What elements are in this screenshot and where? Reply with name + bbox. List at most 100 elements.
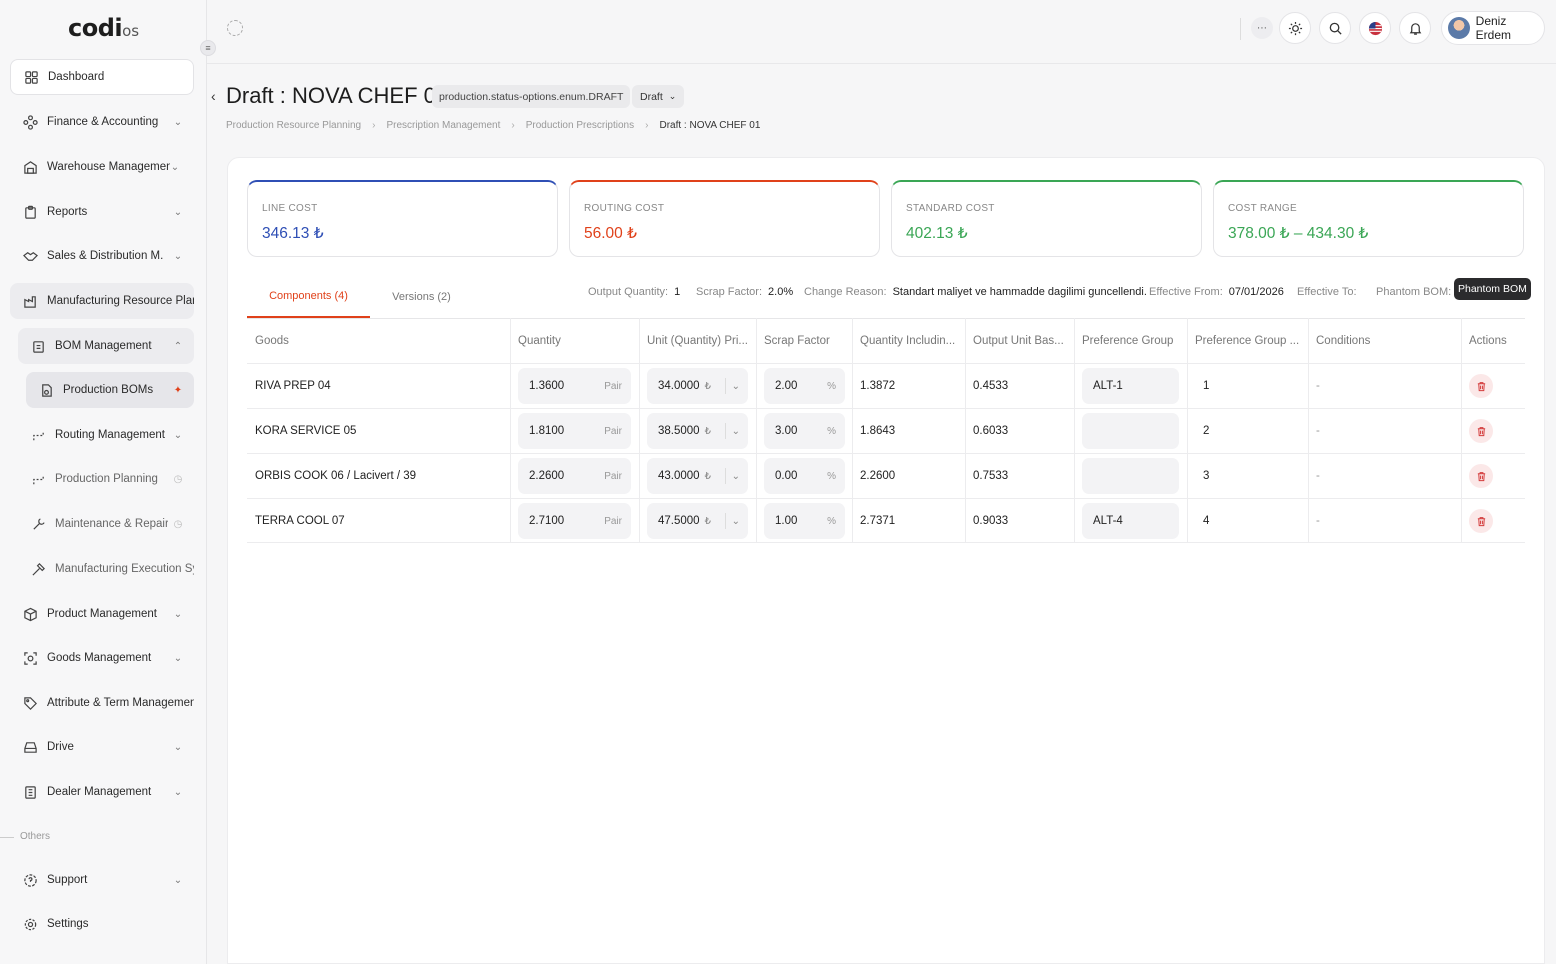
scrap-factor-input[interactable]: 2.00% <box>764 368 845 404</box>
chevron-down-icon: ⌄ <box>173 250 183 262</box>
meta-phantom-label: Phantom BOM: <box>1376 286 1452 298</box>
sidebar-item-mes[interactable]: Manufacturing Execution Syst <box>18 551 194 587</box>
delete-row-button[interactable] <box>1469 374 1493 398</box>
user-menu[interactable]: Deniz Erdem <box>1441 11 1545 45</box>
cell-quantity-including: 1.8643 <box>860 425 896 437</box>
cell-goods: RIVA PREP 04 <box>255 380 331 392</box>
sidebar-item-goods-management[interactable]: Goods Management ⌄ <box>10 640 194 676</box>
language-button[interactable] <box>1359 12 1391 44</box>
sidebar-item-settings[interactable]: Settings <box>10 906 194 942</box>
sidebar-item-bom-management[interactable]: BOM Management ⌃ <box>18 328 194 364</box>
pin-icon[interactable]: ✦ <box>168 385 188 396</box>
sidebar-item-maintenance[interactable]: Maintenance & Repair ◷ <box>18 506 194 542</box>
grid-icon <box>23 69 39 85</box>
kpi-standard-cost: STANDARD COST 402.13 ₺ <box>891 180 1202 257</box>
sidebar-item-dashboard[interactable]: Dashboard <box>10 59 194 95</box>
quantity-input[interactable]: 2.7100 Pair <box>518 503 631 539</box>
quantity-input[interactable]: 1.3600 Pair <box>518 368 631 404</box>
sidebar-item-label: Goods Management <box>47 652 152 664</box>
preference-group-input[interactable] <box>1082 413 1179 449</box>
clipboard-list-icon <box>30 338 46 354</box>
breadcrumb-item[interactable]: Production Prescriptions <box>526 120 634 131</box>
sidebar-item-label: Warehouse Management <box>47 161 170 173</box>
sidebar-item-support[interactable]: Support ⌄ <box>10 862 194 898</box>
unit-price-select[interactable]: 47.5000 ₺ ⌄ <box>647 503 748 539</box>
column-header-preference-order[interactable]: Preference Group ... <box>1187 318 1308 364</box>
chevron-down-icon: ⌄ <box>173 874 183 886</box>
loading-icon <box>227 20 243 36</box>
breadcrumb: Production Resource Planning › Prescript… <box>226 120 760 131</box>
preference-group-input[interactable]: ALT-4 <box>1082 503 1179 539</box>
sidebar-item-dealer[interactable]: Dealer Management ⌄ <box>10 774 194 810</box>
theme-toggle-button[interactable] <box>1279 12 1311 44</box>
sidebar-item-label: Attribute & Term Management <box>47 697 194 709</box>
sidebar-item-drive[interactable]: Drive ⌄ <box>10 729 194 765</box>
sidebar-item-finance[interactable]: Finance & Accounting ⌄ <box>10 104 194 140</box>
kpi-cost-range: COST RANGE 378.00 ₺ – 434.30 ₺ <box>1213 180 1524 257</box>
sidebar-item-routing[interactable]: Routing Management ⌄ <box>18 417 194 453</box>
scrap-factor-input[interactable]: 1.00% <box>764 503 845 539</box>
document-gear-icon <box>38 382 54 398</box>
search-button[interactable] <box>1319 12 1351 44</box>
quantity-input[interactable]: 1.8100 Pair <box>518 413 631 449</box>
sidebar-item-sales[interactable]: Sales & Distribution M. ⌄ <box>10 238 194 274</box>
delete-row-button[interactable] <box>1469 464 1493 488</box>
sidebar-item-production-planning[interactable]: Production Planning ◷ <box>18 461 194 497</box>
sidebar-item-production-boms[interactable]: Production BOMs ✦ <box>26 372 194 408</box>
column-header-goods[interactable]: Goods <box>247 318 510 364</box>
column-header-output-unit[interactable]: Output Unit Bas... <box>965 318 1074 364</box>
tab-components[interactable]: Components (4) <box>247 276 370 318</box>
tag-icon <box>22 695 38 711</box>
cell-output-unit: 0.4533 <box>973 380 1009 392</box>
unit-price-select[interactable]: 38.5000 ₺ ⌄ <box>647 413 748 449</box>
delete-row-button[interactable] <box>1469 419 1493 443</box>
kpi-label: STANDARD COST <box>906 203 995 214</box>
tab-versions[interactable]: Versions (2) <box>370 276 473 318</box>
clock-icon: ◷ <box>173 473 183 485</box>
scrap-factor-input[interactable]: 0.00% <box>764 458 845 494</box>
preference-group-input[interactable] <box>1082 458 1179 494</box>
cell-preference-order: 3 <box>1203 470 1210 482</box>
wrench-icon <box>30 516 46 532</box>
sidebar-item-warehouse[interactable]: Warehouse Management ⌄ <box>10 149 194 185</box>
cell-preference-order: 2 <box>1203 425 1210 437</box>
column-header-quantity[interactable]: Quantity <box>510 318 639 364</box>
sidebar-collapse-button[interactable]: ≡ <box>200 40 216 56</box>
box-icon <box>22 606 38 622</box>
sidebar-item-reports[interactable]: Reports ⌄ <box>10 194 194 230</box>
unit-price-select[interactable]: 43.0000 ₺ ⌄ <box>647 458 748 494</box>
column-header-actions: Actions <box>1469 335 1507 347</box>
column-header-unit-price[interactable]: Unit (Quantity) Pri... <box>639 318 756 364</box>
status-select[interactable]: Draft ⌄ <box>632 85 685 108</box>
trash-icon <box>1477 471 1485 481</box>
notifications-button[interactable] <box>1399 12 1431 44</box>
sidebar-item-label: Dealer Management <box>47 786 152 798</box>
sidebar-item-manufacturing[interactable]: Manufacturing Resource Planni <box>10 283 194 319</box>
column-header-scrap-factor[interactable]: Scrap Factor <box>756 318 852 364</box>
breadcrumb-item[interactable]: Prescription Management <box>386 120 500 131</box>
sidebar-item-label: Routing Management <box>55 429 165 441</box>
preference-group-input[interactable]: ALT-1 <box>1082 368 1179 404</box>
sidebar-item-label: Drive <box>47 741 74 753</box>
codios-logo[interactable]: codios <box>68 14 139 42</box>
sidebar-item-product-management[interactable]: Product Management ⌄ <box>10 596 194 632</box>
delete-row-button[interactable] <box>1469 509 1493 533</box>
us-flag-icon <box>1368 21 1382 35</box>
sun-icon <box>1288 21 1302 35</box>
column-header-conditions[interactable]: Conditions <box>1308 318 1461 364</box>
cell-preference-order: 4 <box>1203 515 1210 527</box>
warehouse-icon <box>22 159 38 175</box>
column-header-quantity-including[interactable]: Quantity Includin... <box>852 318 965 364</box>
sidebar-item-attributes[interactable]: Attribute & Term Management <box>10 685 194 721</box>
back-chevron-icon[interactable]: ‹ <box>211 88 216 104</box>
sidebar-item-label: Finance & Accounting <box>47 116 159 128</box>
quantity-input[interactable]: 2.2600 Pair <box>518 458 631 494</box>
column-header-preference-group[interactable]: Preference Group <box>1074 318 1187 364</box>
breadcrumb-item[interactable]: Production Resource Planning <box>226 120 361 131</box>
sidebar-item-label: Maintenance & Repair <box>55 518 168 530</box>
more-button[interactable]: ⋯ <box>1251 17 1273 39</box>
scrap-factor-input[interactable]: 3.00% <box>764 413 845 449</box>
route-icon <box>30 471 46 487</box>
cell-output-unit: 0.7533 <box>973 470 1009 482</box>
unit-price-select[interactable]: 34.0000 ₺ ⌄ <box>647 368 748 404</box>
